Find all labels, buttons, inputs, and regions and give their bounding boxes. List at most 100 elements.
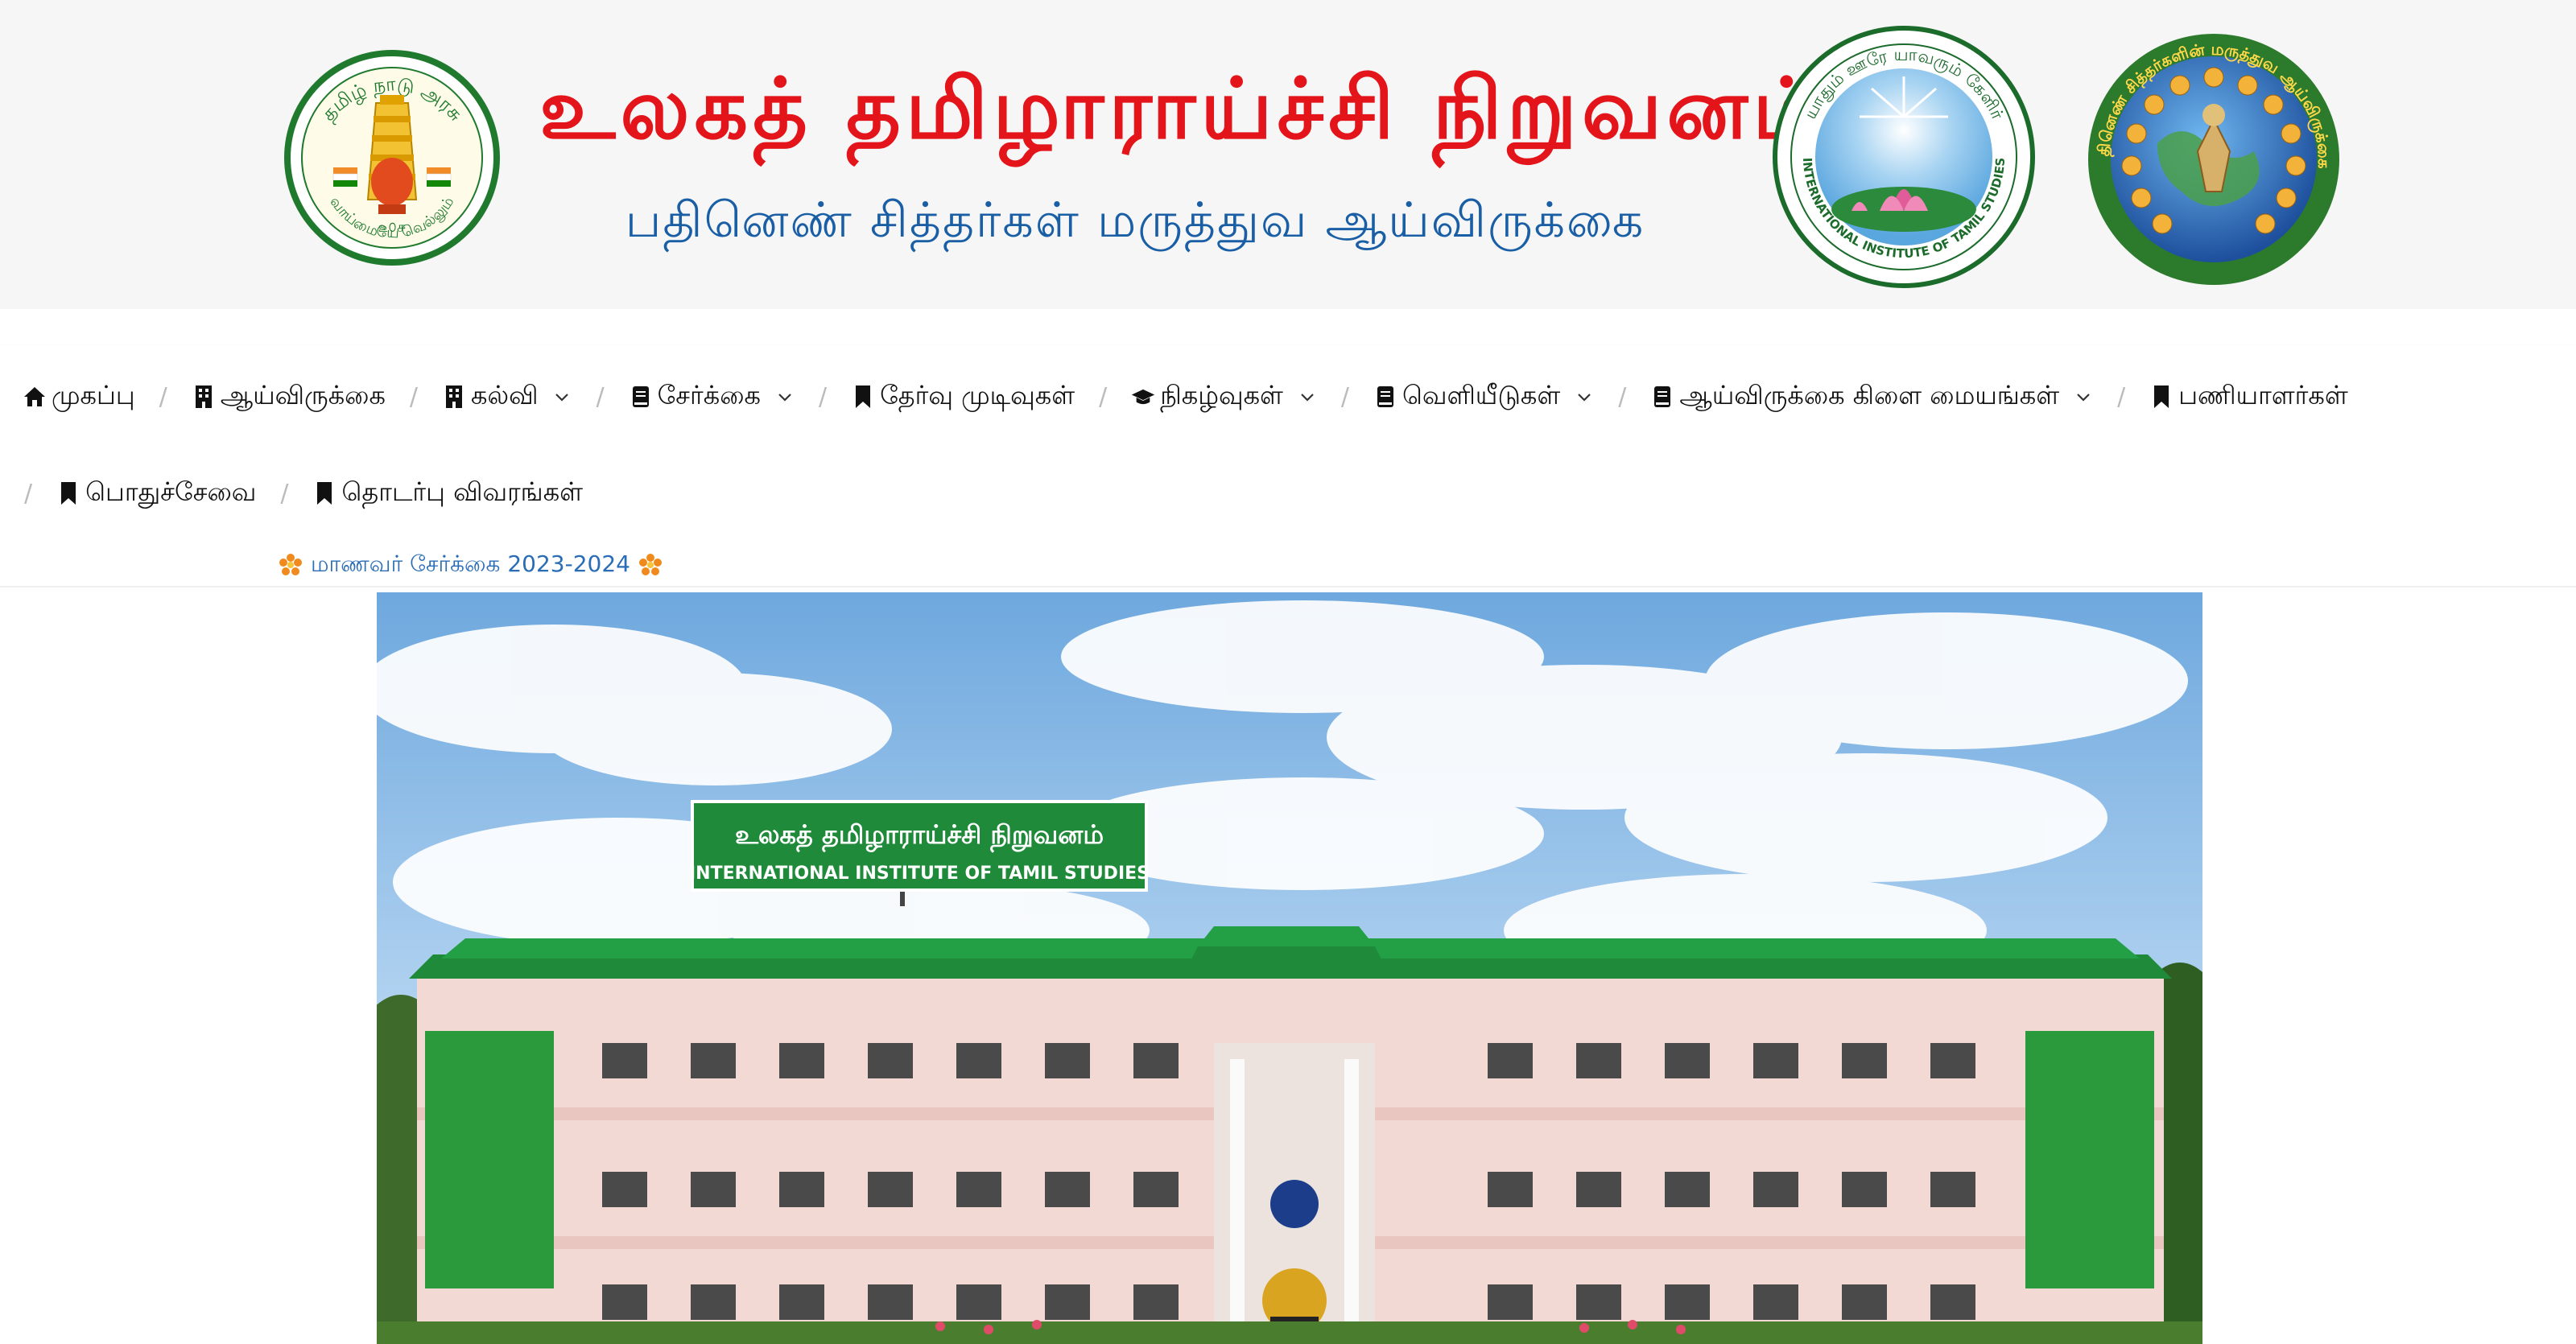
nav-separator: / bbox=[818, 382, 828, 411]
building-icon bbox=[442, 384, 466, 410]
building-window bbox=[1665, 1043, 1710, 1078]
ticker-item[interactable]: மாணவர் சேர்க்கை 2023-2024 bbox=[279, 542, 663, 587]
nav-item-row1-3[interactable]: சேர்க்கை bbox=[629, 369, 795, 425]
building-window bbox=[602, 1284, 647, 1320]
building-window bbox=[1753, 1172, 1798, 1207]
book-icon bbox=[1373, 384, 1397, 410]
nav-separator: / bbox=[1618, 382, 1627, 411]
building-window bbox=[956, 1172, 1001, 1207]
chevron-down-icon[interactable] bbox=[777, 388, 795, 406]
building-window bbox=[1753, 1284, 1798, 1320]
building-window bbox=[1045, 1172, 1090, 1207]
nav-item-row1-1[interactable]: ஆய்விருக்கை bbox=[192, 369, 386, 425]
building-window bbox=[1133, 1043, 1179, 1078]
building-window bbox=[1576, 1284, 1621, 1320]
tamil-nadu-emblem-logo[interactable]: தமிழ் நாடு அரசு ௨௦௪ வாய்மையே வெல்லும் bbox=[283, 47, 501, 275]
building-icon bbox=[192, 384, 216, 410]
building-window bbox=[1488, 1284, 1533, 1320]
building-window bbox=[779, 1172, 824, 1207]
nav-separator: / bbox=[596, 382, 605, 411]
nav-item-row2-0[interactable]: பொதுச்சேவை bbox=[56, 465, 256, 522]
bookmark-icon bbox=[56, 480, 80, 506]
sign-english: INTERNATIONAL INSTITUTE OF TAMIL STUDIES bbox=[689, 864, 1150, 884]
nav-separator: / bbox=[409, 382, 419, 411]
siddha-chair-logo[interactable]: பதினெண் சித்தர்களின் மருத்துவ ஆய்விருக்க… bbox=[2085, 31, 2343, 288]
building-window bbox=[1930, 1043, 1975, 1078]
building-window bbox=[1488, 1172, 1533, 1207]
building-window bbox=[956, 1043, 1001, 1078]
nav-item-row1-8[interactable]: பணியாளர்கள் bbox=[2149, 369, 2348, 425]
building-window bbox=[1133, 1284, 1179, 1320]
nav-item-label: கல்வி bbox=[471, 380, 539, 410]
site-subtitle: பதினெண் சித்தர்கள் மருத்துவ ஆய்விருக்கை bbox=[625, 192, 1645, 249]
chevron-down-icon[interactable] bbox=[554, 388, 572, 406]
nav-item-label: தேர்வு முடிவுகள் bbox=[880, 380, 1075, 410]
chevron-down-icon[interactable] bbox=[2075, 388, 2093, 406]
flower-icon bbox=[279, 554, 302, 575]
building-window bbox=[691, 1043, 736, 1078]
graduation-cap-icon bbox=[1131, 384, 1155, 410]
building-window bbox=[602, 1043, 647, 1078]
nav-item-label: ஆய்விருக்கை bbox=[220, 380, 386, 410]
nav-item-label: தொடர்பு விவரங்கள் bbox=[341, 476, 584, 507]
chevron-down-icon[interactable] bbox=[1299, 388, 1317, 406]
announcement-ticker: மாணவர் சேர்க்கை 2023-2024 bbox=[0, 542, 2576, 587]
nav-separator: / bbox=[2117, 382, 2126, 411]
nav-item-label: வெளியீடுகள் bbox=[1402, 380, 1561, 410]
building-window bbox=[1488, 1043, 1533, 1078]
building-window bbox=[779, 1284, 824, 1320]
nav-item-row1-6[interactable]: வெளியீடுகள் bbox=[1373, 369, 1594, 425]
bookmark-icon bbox=[2149, 384, 2174, 410]
iits-logo[interactable]: யாதும் ஊரே யாவரும் கேளிர் INTERNATIONAL … bbox=[1771, 24, 2037, 290]
building-window bbox=[868, 1043, 913, 1078]
nav-item-row1-4[interactable]: தேர்வு முடிவுகள் bbox=[851, 369, 1075, 425]
nav-separator: / bbox=[1340, 382, 1350, 411]
building-window bbox=[1842, 1284, 1887, 1320]
nav-item-label: நிகழ்வுகள் bbox=[1160, 380, 1283, 410]
building-window bbox=[1576, 1172, 1621, 1207]
nav-separator: / bbox=[24, 479, 33, 508]
building-window bbox=[1045, 1043, 1090, 1078]
book-icon bbox=[629, 384, 653, 410]
nav-item-row1-7[interactable]: ஆய்விருக்கை கிளை மையங்கள் bbox=[1650, 369, 2093, 425]
building-window bbox=[1133, 1172, 1179, 1207]
ticker-text: மாணவர் சேர்க்கை 2023-2024 bbox=[311, 550, 630, 577]
institute-building-photo: உலகத் தமிழாராய்ச்சி நிறுவனம் INTERNATION… bbox=[377, 592, 2202, 1344]
building-window bbox=[1753, 1043, 1798, 1078]
nav-item-row1-0[interactable]: முகப்பு bbox=[23, 369, 135, 425]
building-window bbox=[1842, 1043, 1887, 1078]
main-navigation: முகப்பு / ஆய்விருக்கை / கல்வி / சேர்க்கை / தேர்வ… bbox=[0, 346, 2576, 542]
nav-item-label: பொதுச்சேவை bbox=[85, 476, 257, 507]
nav-separator: / bbox=[1099, 382, 1108, 411]
flower-icon bbox=[638, 554, 662, 575]
building-window bbox=[868, 1284, 913, 1320]
chevron-down-icon[interactable] bbox=[1576, 388, 1594, 406]
header-banner: தமிழ் நாடு அரசு ௨௦௪ வாய்மையே வெல்லும் உல… bbox=[0, 0, 2576, 309]
nav-item-row2-1[interactable]: தொடர்பு விவரங்கள் bbox=[312, 465, 583, 522]
hero-image: உலகத் தமிழாராய்ச்சி நிறுவனம் INTERNATION… bbox=[377, 592, 2202, 1344]
nav-item-label: பணியாளர்கள் bbox=[2178, 380, 2348, 410]
book-icon bbox=[1650, 384, 1674, 410]
building-window bbox=[602, 1172, 647, 1207]
home-icon bbox=[23, 384, 47, 410]
nav-item-label: முகப்பு bbox=[52, 380, 135, 410]
nav-item-label: சேர்க்கை bbox=[657, 380, 761, 410]
nav-item-row1-2[interactable]: கல்வி bbox=[442, 369, 572, 425]
building-window bbox=[691, 1172, 736, 1207]
building-window bbox=[1665, 1284, 1710, 1320]
nav-row-primary: முகப்பு / ஆய்விருக்கை / கல்வி / சேர்க்கை / தேர்வ… bbox=[23, 369, 2348, 425]
nav-separator: / bbox=[280, 479, 289, 508]
building-window bbox=[1930, 1284, 1975, 1320]
nav-row-secondary: / பொதுச்சேவை / தொடர்பு விவரங்கள் bbox=[0, 465, 583, 522]
nav-item-row1-5[interactable]: நிகழ்வுகள் bbox=[1131, 369, 1317, 425]
building-window bbox=[1045, 1284, 1090, 1320]
building-window bbox=[1842, 1172, 1887, 1207]
building-window bbox=[1576, 1043, 1621, 1078]
building-window bbox=[691, 1284, 736, 1320]
bookmark-icon bbox=[312, 480, 336, 506]
building-window bbox=[956, 1284, 1001, 1320]
nav-item-label: ஆய்விருக்கை கிளை மையங்கள் bbox=[1679, 380, 2060, 410]
building-window bbox=[1665, 1172, 1710, 1207]
bookmark-icon bbox=[851, 384, 875, 410]
building-window bbox=[868, 1172, 913, 1207]
